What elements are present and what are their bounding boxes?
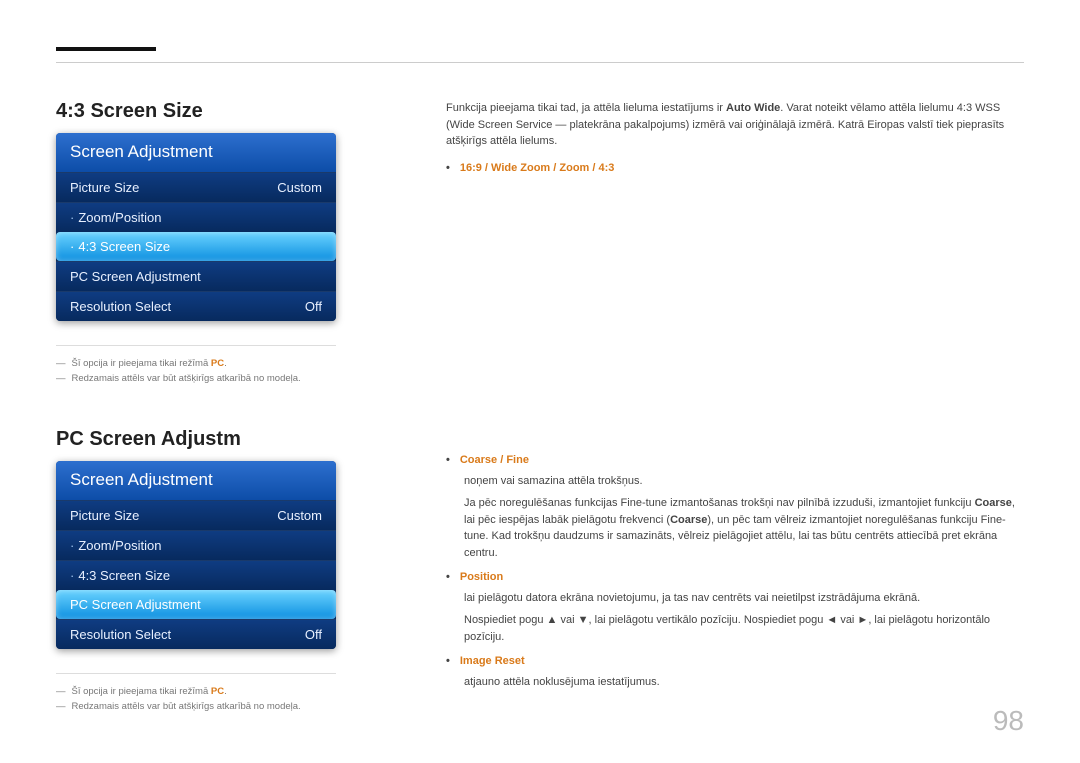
right-section-2: •Coarse / Fine noņem vai samazina attēla… bbox=[446, 452, 1024, 690]
bold-auto-wide: Auto Wide bbox=[726, 102, 780, 114]
menu-label: Resolution Select bbox=[70, 299, 171, 314]
separator-2 bbox=[56, 673, 336, 674]
left-column: 4:3 Screen Size Screen Adjustment Pictur… bbox=[56, 56, 386, 716]
menu-value: Custom bbox=[277, 508, 322, 523]
menu-label: Zoom/Position bbox=[78, 538, 161, 553]
menu-row-pc-screen-adj[interactable]: PC Screen Adjustment bbox=[56, 261, 336, 291]
right-section-1: Funkcija pieejama tikai tad, ja attēla l… bbox=[446, 100, 1024, 176]
menu-row-43-screen-size-2[interactable]: ·4:3 Screen Size bbox=[56, 560, 336, 590]
bold-coarse-1: Coarse bbox=[975, 497, 1012, 509]
section-title-pc: PC Screen Adjustm bbox=[56, 428, 386, 451]
menu-row-resolution-select[interactable]: Resolution Select Off bbox=[56, 291, 336, 321]
menu-row-resolution-select-2[interactable]: Resolution Select Off bbox=[56, 619, 336, 649]
menu-value: Custom bbox=[277, 180, 322, 195]
menu-row-zoom-position-2[interactable]: ·Zoom/Position bbox=[56, 530, 336, 560]
coarse-fine-desc-1: noņem vai samazina attēla trokšņus. bbox=[464, 473, 1024, 490]
position-desc-1: lai pielāgotu datora ekrāna novietojumu,… bbox=[464, 590, 1024, 607]
menu-row-pc-screen-adj-selected[interactable]: PC Screen Adjustment bbox=[56, 590, 336, 619]
menu-header-1: Screen Adjustment bbox=[56, 133, 336, 172]
menu-label: Picture Size bbox=[70, 180, 139, 195]
header-thin-rule bbox=[56, 62, 1024, 63]
menu-label: Resolution Select bbox=[70, 627, 171, 642]
menu-label: PC Screen Adjustment bbox=[70, 597, 201, 612]
bold-coarse-2: Coarse bbox=[670, 514, 707, 526]
menu-row-zoom-position[interactable]: ·Zoom/Position bbox=[56, 202, 336, 232]
menu-value: Off bbox=[305, 627, 322, 642]
menu-screen-adjustment-1: Screen Adjustment Picture Size Custom ·Z… bbox=[56, 133, 336, 321]
menu-label: PC Screen Adjustment bbox=[70, 269, 201, 284]
coarse-fine-desc-2: Ja pēc noregulēšanas funkcijas Fine-tune… bbox=[464, 495, 1024, 561]
right-column: Funkcija pieejama tikai tad, ja attēla l… bbox=[386, 56, 1024, 716]
header-thick-rule bbox=[56, 47, 156, 51]
footnote-4: ―Redzamais attēls var būt atšķirīgs atka… bbox=[56, 701, 386, 712]
footnote-3: ―Šī opcija ir pieejama tikai režīmā PC. bbox=[56, 686, 386, 697]
menu-label: 4:3 Screen Size bbox=[78, 239, 170, 254]
section-title-43: 4:3 Screen Size bbox=[56, 100, 386, 123]
page-number: 98 bbox=[993, 705, 1024, 737]
footnote-2: ―Redzamais attēls var būt atšķirīgs atka… bbox=[56, 373, 386, 384]
bullet-position: •Position bbox=[446, 569, 1024, 586]
menu-header-2: Screen Adjustment bbox=[56, 461, 336, 500]
bullet-image-reset: •Image Reset bbox=[446, 653, 1024, 670]
menu-screen-adjustment-2: Screen Adjustment Picture Size Custom ·Z… bbox=[56, 461, 336, 649]
bullet-coarse-fine: •Coarse / Fine bbox=[446, 452, 1024, 469]
menu-value: Off bbox=[305, 299, 322, 314]
menu-label: Picture Size bbox=[70, 508, 139, 523]
menu-row-picture-size[interactable]: Picture Size Custom bbox=[56, 172, 336, 202]
description-para-1: Funkcija pieejama tikai tad, ja attēla l… bbox=[446, 100, 1024, 150]
footnote-1: ―Šī opcija ir pieejama tikai režīmā PC. bbox=[56, 358, 386, 369]
menu-row-picture-size-2[interactable]: Picture Size Custom bbox=[56, 500, 336, 530]
menu-row-43-screen-size-selected[interactable]: ·4:3 Screen Size bbox=[56, 232, 336, 261]
separator bbox=[56, 345, 336, 346]
position-desc-2: Nospiediet pogu ▲ vai ▼, lai pielāgotu v… bbox=[464, 612, 1024, 645]
menu-label: Zoom/Position bbox=[78, 210, 161, 225]
image-reset-desc: atjauno attēla noklusējuma iestatījumus. bbox=[464, 674, 1024, 691]
menu-label: 4:3 Screen Size bbox=[78, 568, 170, 583]
bullet-aspect-options: •16:9 / Wide Zoom / Zoom / 4:3 bbox=[446, 160, 1024, 177]
